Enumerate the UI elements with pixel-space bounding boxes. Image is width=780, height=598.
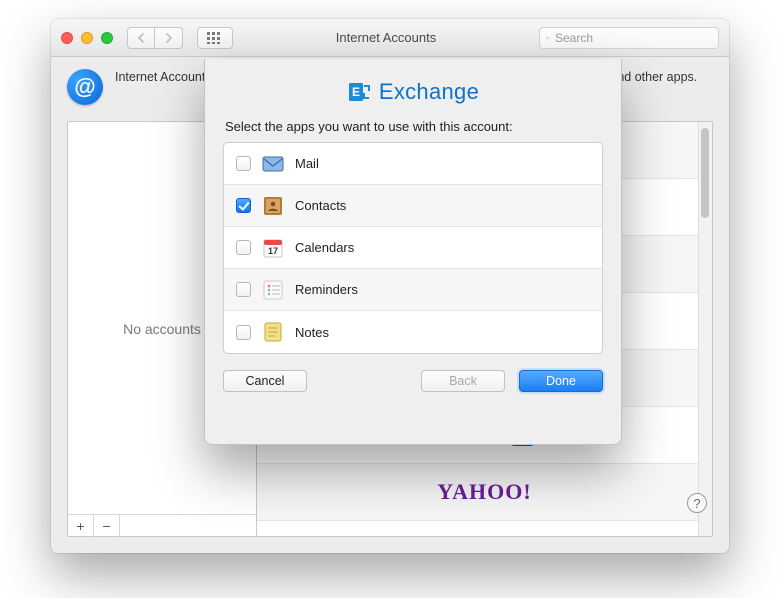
svg-text:17: 17 — [268, 246, 278, 256]
scrollbar-thumb[interactable] — [701, 128, 709, 218]
app-label: Notes — [295, 325, 329, 340]
search-input[interactable] — [553, 30, 712, 46]
preferences-window: Internet Accounts @ Internet Accounts se… — [51, 19, 729, 553]
done-button[interactable]: Done — [519, 370, 603, 392]
reminders-app-icon — [261, 278, 285, 302]
back-button[interactable] — [127, 27, 155, 49]
calendar-app-icon: 17 — [261, 236, 285, 260]
help-button[interactable]: ? — [687, 493, 707, 513]
app-row-calendars[interactable]: 17 Calendars — [224, 227, 602, 269]
zoom-window-button[interactable] — [101, 32, 113, 44]
provider-row-yahoo[interactable]: YAHOO! — [257, 464, 712, 521]
checkbox-calendars[interactable] — [236, 240, 251, 255]
app-label: Mail — [295, 156, 319, 171]
window-controls — [61, 32, 113, 44]
minimize-window-button[interactable] — [81, 32, 93, 44]
internet-accounts-icon: @ — [67, 69, 103, 105]
app-row-contacts[interactable]: Contacts — [224, 185, 602, 227]
app-row-mail[interactable]: Mail — [224, 143, 602, 185]
app-list: Mail Contacts 17 Calendars — [223, 142, 603, 354]
exchange-icon: E — [347, 80, 371, 104]
search-field[interactable] — [539, 27, 719, 49]
mail-app-icon — [261, 152, 285, 176]
yahoo-logo: YAHOO! — [437, 479, 531, 505]
forward-button[interactable] — [155, 27, 183, 49]
sheet-button-row: Cancel Back Done — [223, 370, 603, 392]
nav-buttons — [127, 27, 183, 49]
app-row-notes[interactable]: Notes — [224, 311, 602, 353]
close-window-button[interactable] — [61, 32, 73, 44]
checkbox-notes[interactable] — [236, 325, 251, 340]
checkbox-contacts[interactable] — [236, 198, 251, 213]
sidebar-footer: + − — [68, 514, 256, 536]
scrollbar-track[interactable] — [698, 122, 712, 536]
contacts-app-icon — [261, 194, 285, 218]
exchange-brand-text: Exchange — [379, 79, 479, 105]
exchange-setup-sheet: E Exchange Select the apps you want to u… — [204, 59, 622, 445]
search-icon — [546, 32, 549, 44]
back-step-button[interactable]: Back — [421, 370, 505, 392]
cancel-button[interactable]: Cancel — [223, 370, 307, 392]
window-title: Internet Accounts — [241, 30, 531, 45]
notes-app-icon — [261, 320, 285, 344]
remove-account-button[interactable]: − — [94, 515, 120, 537]
exchange-logo: E Exchange — [223, 79, 603, 105]
app-label: Calendars — [295, 240, 354, 255]
titlebar: Internet Accounts — [51, 19, 729, 57]
show-all-button[interactable] — [197, 27, 233, 49]
add-account-button[interactable]: + — [68, 515, 94, 537]
chevron-left-icon — [137, 33, 146, 43]
app-label: Contacts — [295, 198, 346, 213]
sheet-prompt: Select the apps you want to use with thi… — [225, 119, 601, 134]
app-label: Reminders — [295, 282, 358, 297]
grid-icon — [207, 32, 223, 44]
app-row-reminders[interactable]: Reminders — [224, 269, 602, 311]
svg-text:E: E — [352, 85, 360, 99]
checkbox-mail[interactable] — [236, 156, 251, 171]
chevron-right-icon — [164, 33, 173, 43]
checkbox-reminders[interactable] — [236, 282, 251, 297]
